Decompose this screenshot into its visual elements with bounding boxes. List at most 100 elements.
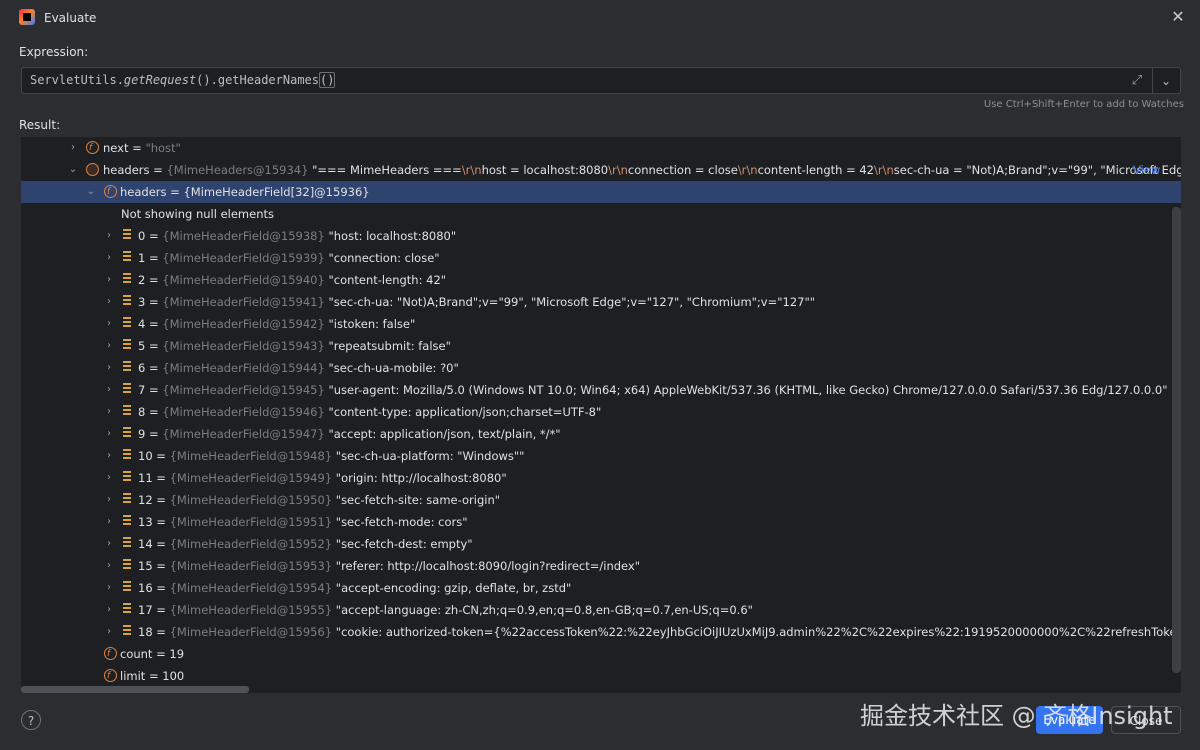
tree-row-item[interactable]: › 7 = {MimeHeaderField@15945} "user-agent… (21, 379, 1181, 401)
object-icon (86, 163, 99, 176)
chevron-right-icon[interactable]: › (103, 401, 115, 423)
item-value: "sec-fetch-dest: empty" (335, 537, 473, 551)
chevron-right-icon[interactable]: › (103, 423, 115, 445)
view-link[interactable]: View (1133, 159, 1160, 181)
tree-row-next[interactable]: › next = "host" (21, 137, 1181, 159)
item-value: "accept-encoding: gzip, deflate, br, zst… (335, 581, 572, 595)
item-value: "repeatsubmit: false" (328, 339, 451, 353)
equals: = (145, 251, 163, 265)
escape-seq: \r\n (737, 163, 758, 177)
array-element-icon (121, 603, 134, 616)
tree-row-item[interactable]: › 9 = {MimeHeaderField@15947} "accept: ap… (21, 423, 1181, 445)
tree-row-item[interactable]: › 5 = {MimeHeaderField@15943} "repeatsubm… (21, 335, 1181, 357)
equals: = (152, 603, 170, 617)
type-label: {MimeHeaderField@15945} (162, 383, 325, 397)
tree-row-text: 18 = {MimeHeaderField@15956} "cookie: au… (138, 621, 1181, 643)
tree-row-text: 11 = {MimeHeaderField@15949} "origin: ht… (138, 467, 507, 489)
chevron-right-icon[interactable]: › (103, 599, 115, 621)
chevron-right-icon[interactable]: › (103, 467, 115, 489)
tree-row-item[interactable]: › 11 = {MimeHeaderField@15949} "origin: h… (21, 467, 1181, 489)
chevron-right-icon[interactable]: › (103, 555, 115, 577)
equals: = (128, 141, 146, 155)
item-value: "sec-ch-ua-platform: "Windows"" (335, 449, 525, 463)
history-dropdown-icon[interactable]: ⌄ (1158, 72, 1174, 90)
chevron-down-icon[interactable]: ⌄ (85, 181, 97, 203)
tree-row-text: 12 = {MimeHeaderField@15950} "sec-fetch-… (138, 489, 500, 511)
item-value: "sec-ch-ua: "Not)A;Brand";v="99", "Micro… (328, 295, 816, 309)
tree-row-count[interactable]: count = 19 (21, 643, 1181, 665)
array-element-icon (121, 471, 134, 484)
equals: = (152, 581, 170, 595)
tree-row-text: 9 = {MimeHeaderField@15947} "accept: app… (138, 423, 561, 445)
item-value: "referer: http://localhost:8090/login?re… (335, 559, 641, 573)
vertical-scrollbar[interactable] (1172, 207, 1181, 673)
help-icon[interactable]: ? (21, 710, 41, 730)
expression-input[interactable]: ServletUtils.getRequest().getHeaderNames… (21, 67, 1181, 94)
tree-row-item[interactable]: › 2 = {MimeHeaderField@15940} "content-le… (21, 269, 1181, 291)
close-icon[interactable]: ✕ (1170, 9, 1186, 25)
tree-row-item[interactable]: › 13 = {MimeHeaderField@15951} "sec-fetch… (21, 511, 1181, 533)
watermark-text: 掘金技术社区 @ 齐格Insight (860, 702, 1173, 730)
tree-row-item[interactable]: › 4 = {MimeHeaderField@15942} "istoken: f… (21, 313, 1181, 335)
tree-row-item[interactable]: › 0 = {MimeHeaderField@15938} "host: loca… (21, 225, 1181, 247)
tree-row-item[interactable]: › 12 = {MimeHeaderField@15950} "sec-fetch… (21, 489, 1181, 511)
tree-row-item[interactable]: › 3 = {MimeHeaderField@15941} "sec-ch-ua:… (21, 291, 1181, 313)
array-element-icon (121, 383, 134, 396)
chevron-right-icon[interactable]: › (103, 357, 115, 379)
tree-row-text: 0 = {MimeHeaderField@15938} "host: local… (138, 225, 456, 247)
chevron-right-icon[interactable]: › (103, 379, 115, 401)
tree-row-text: 17 = {MimeHeaderField@15955} "accept-lan… (138, 599, 753, 621)
chevron-down-icon[interactable]: ⌄ (67, 159, 79, 181)
item-index: 18 (138, 625, 153, 639)
chevron-right-icon[interactable]: › (103, 489, 115, 511)
chevron-right-icon[interactable]: › (103, 313, 115, 335)
tree-row-limit[interactable]: limit = 100 (21, 665, 1181, 687)
chevron-right-icon[interactable]: › (103, 511, 115, 533)
tree-row-item[interactable]: › 16 = {MimeHeaderField@15954} "accept-en… (21, 577, 1181, 599)
expression-text[interactable]: ServletUtils.getRequest().getHeaderNames… (30, 72, 336, 88)
expression-prefix: ServletUtils. (30, 73, 124, 87)
type-label: {MimeHeaderField@15948} (169, 449, 333, 463)
tree-row-item[interactable]: › 1 = {MimeHeaderField@15939} "connection… (21, 247, 1181, 269)
result-tree[interactable]: › next = "host" ⌄ headers = {MimeHeaders… (21, 137, 1181, 693)
tree-row-item[interactable]: › 8 = {MimeHeaderField@15946} "content-ty… (21, 401, 1181, 423)
tree-row-headers-inner[interactable]: ⌄ headers = {MimeHeaderField[32]@15936} (21, 181, 1181, 203)
chevron-right-icon[interactable]: › (103, 269, 115, 291)
tree-row-item[interactable]: › 10 = {MimeHeaderField@15948} "sec-ch-ua… (21, 445, 1181, 467)
chevron-right-icon[interactable]: › (103, 445, 115, 467)
horizontal-scrollbar[interactable] (21, 686, 249, 693)
chevron-right-icon[interactable]: › (103, 291, 115, 313)
field-name: next (103, 141, 129, 155)
type-label: {MimeHeaderField@15944} (162, 361, 325, 375)
item-value: "sec-ch-ua-mobile: ?0" (328, 361, 459, 375)
tree-row-item[interactable]: › 6 = {MimeHeaderField@15944} "sec-ch-ua-… (21, 357, 1181, 379)
chevron-right-icon[interactable]: › (103, 621, 115, 643)
escape-seq: \r\n (608, 163, 628, 177)
item-value: "sec-fetch-site: same-origin" (335, 493, 501, 507)
array-element-icon (121, 537, 134, 550)
type-label: {MimeHeaderField@15952} (169, 537, 333, 551)
chevron-right-icon[interactable]: › (103, 225, 115, 247)
tree-row-item[interactable]: › 15 = {MimeHeaderField@15953} "referer: … (21, 555, 1181, 577)
chevron-right-icon[interactable]: › (67, 137, 79, 159)
type-label: {MimeHeaderField@15942} (162, 317, 325, 331)
tree-row-text: 5 = {MimeHeaderField@15943} "repeatsubmi… (138, 335, 451, 357)
tree-row-item[interactable]: › 18 = {MimeHeaderField@15956} "cookie: a… (21, 621, 1181, 643)
field-icon (104, 181, 117, 203)
array-element-icon (121, 449, 134, 462)
escape-seq: \r\n (461, 163, 482, 177)
expand-icon[interactable]: ⤢ (1128, 72, 1146, 90)
item-value: "connection: close" (328, 251, 440, 265)
tree-row-text: 7 = {MimeHeaderField@15945} "user-agent:… (138, 379, 1168, 401)
type-label: {MimeHeaderField@15939} (162, 251, 325, 265)
equals: = (152, 493, 170, 507)
chevron-right-icon[interactable]: › (103, 577, 115, 599)
chevron-right-icon[interactable]: › (103, 247, 115, 269)
tree-row-headers[interactable]: ⌄ headers = {MimeHeaders@15934} "=== Mim… (21, 159, 1181, 181)
item-index: 16 (138, 581, 153, 595)
tree-row-item[interactable]: › 14 = {MimeHeaderField@15952} "sec-fetch… (21, 533, 1181, 555)
tree-row-item[interactable]: › 17 = {MimeHeaderField@15955} "accept-la… (21, 599, 1181, 621)
chevron-right-icon[interactable]: › (103, 335, 115, 357)
chevron-right-icon[interactable]: › (103, 533, 115, 555)
item-index: 15 (138, 559, 153, 573)
